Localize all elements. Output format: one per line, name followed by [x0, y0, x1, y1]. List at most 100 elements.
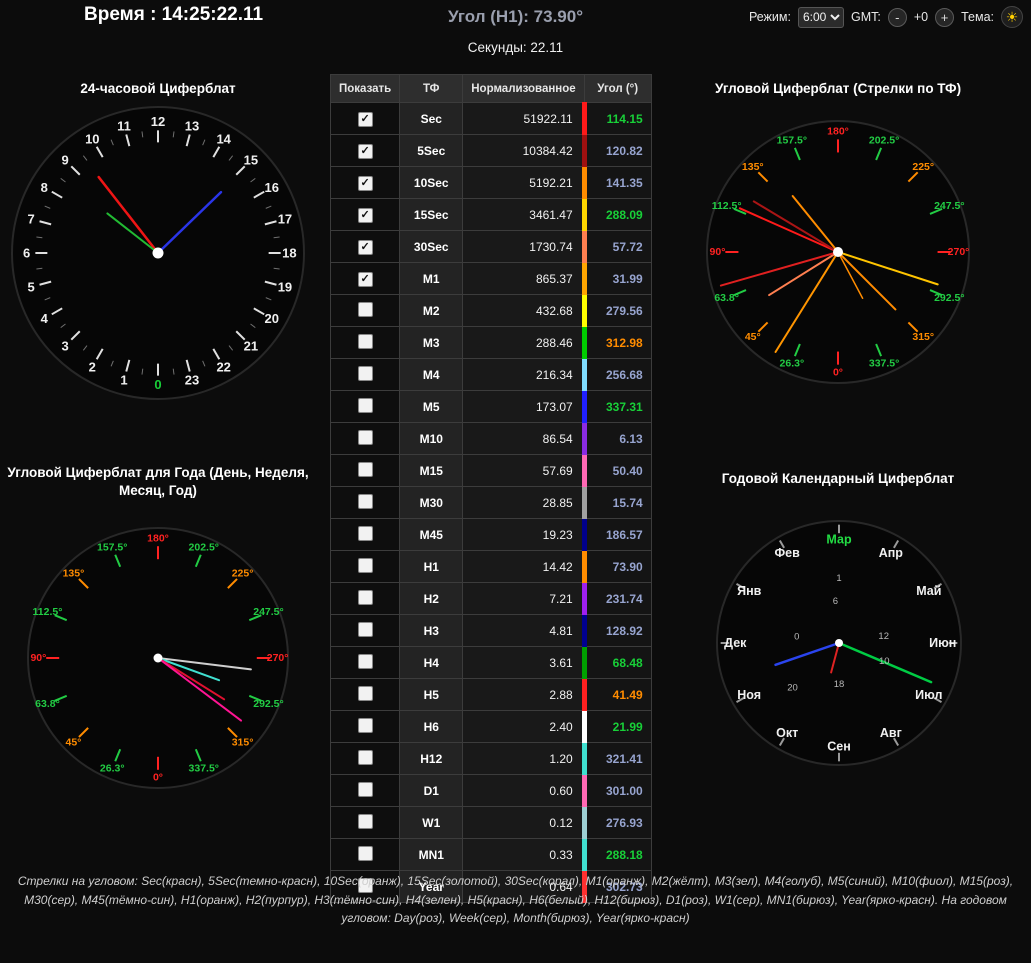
angle-value: 301.00	[583, 774, 652, 807]
table-row: ✓ 10Sec 5192.21 141.35	[329, 166, 652, 199]
table-row: M5 173.07 337.31	[329, 390, 652, 423]
svg-text:157.5°: 157.5°	[777, 135, 807, 147]
table-row: D1 0.60 301.00	[329, 774, 652, 807]
row-visibility-checkbox[interactable]	[357, 525, 373, 541]
checkbox-cell: ✓	[329, 134, 401, 167]
row-visibility-checkbox[interactable]	[357, 717, 373, 733]
angle-value: 231.74	[583, 582, 652, 615]
row-visibility-checkbox[interactable]	[357, 685, 373, 701]
svg-text:15: 15	[244, 153, 258, 168]
angular-tf-dial: 180° 202.5° 225° 247.5° 270° 292.5° 315° 337.5°…	[706, 120, 970, 384]
table-row: M15 57.69 50.40	[329, 454, 652, 487]
svg-text:2: 2	[89, 359, 96, 374]
checkbox-cell	[329, 646, 401, 679]
svg-text:12: 12	[151, 114, 165, 129]
normalized-value: 14.42	[462, 550, 587, 583]
checkbox-cell	[329, 838, 401, 871]
svg-text:20: 20	[787, 682, 798, 693]
svg-text:337.5°: 337.5°	[869, 357, 899, 369]
clock-center-dot	[835, 639, 843, 647]
checkbox-cell	[329, 614, 401, 647]
table-row: H1 14.42 73.90	[329, 550, 652, 583]
row-visibility-checkbox[interactable]	[357, 813, 373, 829]
gmt-minus-button[interactable]: -	[887, 7, 907, 27]
row-visibility-checkbox[interactable]	[357, 429, 373, 445]
gmt-plus-button[interactable]: +	[935, 7, 955, 27]
svg-text:18: 18	[282, 246, 296, 261]
angle-value: 73.90	[583, 550, 652, 583]
row-visibility-checkbox[interactable]: ✓	[357, 207, 373, 223]
mode-select[interactable]: 6:00	[797, 6, 844, 28]
theme-toggle-button[interactable]: ☀	[1001, 6, 1023, 28]
svg-text:0: 0	[154, 377, 161, 392]
svg-text:Дек: Дек	[724, 636, 747, 650]
svg-text:14: 14	[216, 132, 231, 147]
svg-text:63.8°: 63.8°	[35, 698, 60, 710]
row-visibility-checkbox[interactable]	[357, 845, 373, 861]
row-visibility-checkbox[interactable]	[357, 653, 373, 669]
svg-text:112.5°: 112.5°	[33, 606, 63, 618]
calendar-year-dial: Мар Апр Май Июн Июл Авг Сен Окт Ноя Дек Янв Фев 1 6 12…	[716, 520, 962, 766]
checkbox-cell: ✓	[329, 166, 401, 199]
calendar-year-title: Годовой Календарный Циферблат	[721, 471, 955, 486]
svg-text:225°: 225°	[232, 567, 254, 579]
checkbox-cell	[329, 678, 401, 711]
row-visibility-checkbox[interactable]: ✓	[357, 271, 373, 287]
timeframe-label: M10	[399, 422, 464, 455]
clock24-title: 24-часовой Циферблат	[80, 81, 236, 96]
svg-text:180°: 180°	[827, 125, 849, 137]
gmt-offset-value: +0	[913, 10, 929, 24]
legend-text: Стрелки на угловом: Sec(красн), 5Sec(тем…	[17, 874, 1014, 926]
row-visibility-checkbox[interactable]: ✓	[357, 111, 373, 127]
timeframe-label: D1	[399, 774, 464, 807]
svg-text:135°: 135°	[63, 567, 85, 579]
row-visibility-checkbox[interactable]: ✓	[357, 143, 373, 159]
svg-text:292.5°: 292.5°	[934, 292, 964, 304]
svg-text:0°: 0°	[153, 772, 163, 784]
svg-text:19: 19	[278, 280, 292, 295]
row-visibility-checkbox[interactable]	[357, 589, 373, 605]
row-visibility-checkbox[interactable]	[357, 557, 373, 573]
table-row: M10 86.54 6.13	[329, 422, 652, 455]
row-visibility-checkbox[interactable]: ✓	[357, 239, 373, 255]
normalized-value: 86.54	[462, 422, 587, 455]
row-visibility-checkbox[interactable]	[357, 781, 373, 797]
angle-value: 337.31	[583, 390, 652, 423]
column-header: ТФ	[399, 74, 464, 103]
timeframe-label: H1	[399, 550, 464, 583]
angle-value: 288.09	[583, 198, 652, 231]
row-visibility-checkbox[interactable]	[357, 461, 373, 477]
svg-text:20: 20	[265, 311, 279, 326]
normalized-value: 7.21	[462, 582, 587, 615]
row-visibility-checkbox[interactable]	[357, 749, 373, 765]
angle-value: 50.40	[583, 454, 652, 487]
svg-text:Апр: Апр	[879, 546, 904, 560]
header-controls: Режим: 6:00 GMT: - +0 + Тема: ☀	[749, 6, 1023, 28]
normalized-value: 2.40	[462, 710, 587, 743]
row-visibility-checkbox[interactable]	[357, 333, 373, 349]
svg-text:Июн: Июн	[929, 636, 956, 650]
svg-text:22: 22	[216, 359, 230, 374]
angle-value: 15.74	[583, 486, 652, 519]
row-visibility-checkbox[interactable]: ✓	[357, 175, 373, 191]
row-visibility-checkbox[interactable]	[357, 493, 373, 509]
angle-value: 279.56	[583, 294, 652, 327]
row-visibility-checkbox[interactable]	[357, 365, 373, 381]
normalized-value: 0.60	[462, 774, 587, 807]
timeframe-label: H6	[399, 710, 464, 743]
checkbox-cell: ✓	[329, 102, 401, 135]
angle-value: 256.68	[583, 358, 652, 391]
svg-text:292.5°: 292.5°	[253, 698, 283, 710]
table-header-row: Показать ТФ Нормализованное Угол (°)	[329, 74, 652, 103]
row-visibility-checkbox[interactable]	[357, 301, 373, 317]
row-visibility-checkbox[interactable]	[357, 397, 373, 413]
timeframe-label: H12	[399, 742, 464, 775]
table-row: ✓ M1 865.37 31.99	[329, 262, 652, 295]
timeframe-label: H2	[399, 582, 464, 615]
table-row: M30 28.85 15.74	[329, 486, 652, 519]
column-header: Угол (°)	[583, 74, 652, 103]
svg-text:6: 6	[23, 246, 30, 261]
svg-text:11: 11	[117, 119, 131, 134]
timeframe-label: M1	[399, 262, 464, 295]
row-visibility-checkbox[interactable]	[357, 621, 373, 637]
